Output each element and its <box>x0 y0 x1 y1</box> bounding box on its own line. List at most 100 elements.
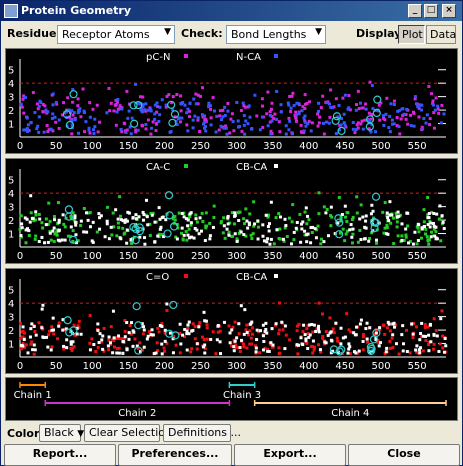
selected-residue-marker[interactable] <box>373 95 382 104</box>
data-point <box>322 132 326 136</box>
maximize-button[interactable]: □ <box>424 4 438 18</box>
protein-geometry-window: Protein Geometry _ □ × Residues: Recepto… <box>0 0 463 466</box>
data-point <box>198 216 202 220</box>
data-point <box>44 223 48 227</box>
data-point <box>221 115 225 119</box>
minimize-button[interactable]: _ <box>408 4 422 18</box>
data-point <box>344 232 348 236</box>
close-button[interactable]: Close <box>348 444 460 466</box>
data-point <box>231 120 235 124</box>
data-point <box>81 87 85 91</box>
data-point <box>41 226 45 230</box>
data-point <box>31 217 35 221</box>
data-point <box>437 111 441 115</box>
preferences-button[interactable]: Preferences... <box>118 444 232 466</box>
chain-panel[interactable]: Chain 1 Chain 2 Chain 3 Chain 4 <box>5 377 458 421</box>
data-point <box>272 242 276 246</box>
data-point <box>361 339 365 343</box>
data-point <box>230 328 234 332</box>
data-point <box>57 324 61 328</box>
data-point <box>362 237 366 241</box>
data-point <box>391 216 395 220</box>
selected-residue-marker[interactable] <box>69 90 78 99</box>
residues-select[interactable]: Receptor Atoms ▼ <box>57 25 175 44</box>
data-point <box>91 220 95 224</box>
data-point <box>232 345 236 349</box>
data-point <box>242 345 246 349</box>
data-point <box>63 238 67 242</box>
data-point <box>329 205 333 209</box>
selected-residue-marker[interactable] <box>168 118 177 127</box>
data-point <box>133 337 137 341</box>
definitions-button[interactable]: Definitions ... <box>163 424 241 442</box>
legend-swatch <box>184 274 188 278</box>
selected-residue-marker[interactable] <box>163 229 172 238</box>
data-point <box>311 339 315 343</box>
x-tick-label: 450 <box>335 361 354 372</box>
selected-residue-marker[interactable] <box>132 302 141 311</box>
selected-residue-marker[interactable] <box>134 321 143 330</box>
report-button[interactable]: Report... <box>4 444 116 466</box>
plot-panel-3[interactable]: 1 2 3 4 5 0 50 100 150 200 250 300 350 400 450 500 550 C=… <box>5 268 458 374</box>
display-plot-toggle[interactable]: Plot <box>398 25 425 44</box>
data-point <box>329 224 333 228</box>
data-point <box>191 322 195 326</box>
close-window-button[interactable]: × <box>442 4 456 18</box>
data-point <box>19 233 23 237</box>
selected-residue-marker[interactable] <box>331 116 340 125</box>
check-select[interactable]: Bond Lengths ▼ <box>226 25 326 44</box>
legend-label: pC-N <box>146 52 170 63</box>
y-tick-label: 4 <box>8 79 14 90</box>
selected-residue-marker[interactable] <box>64 205 74 214</box>
data-point <box>47 201 51 205</box>
color-select[interactable]: Black ▼ <box>39 424 84 442</box>
selected-residue-marker[interactable] <box>129 101 138 110</box>
export-button[interactable]: Export... <box>234 444 346 466</box>
plot-panel-1[interactable]: 1 2 3 4 5 0 50 100 150 200 250 300 350 400 450 500 550 pC… <box>5 48 458 154</box>
data-point <box>25 217 29 221</box>
x-tick-label: 150 <box>119 361 138 372</box>
selected-residue-marker[interactable] <box>169 300 178 310</box>
data-point <box>334 97 338 101</box>
data-point <box>141 218 145 222</box>
data-point <box>388 339 392 343</box>
data-point <box>186 218 190 222</box>
data-point <box>356 89 360 93</box>
data-point <box>399 117 403 121</box>
plot-panel-2[interactable]: 1 2 3 4 5 0 50 100 150 200 250 300 350 400 450 500 550 CA… <box>5 158 458 264</box>
data-point <box>31 348 35 352</box>
selected-residue-marker[interactable] <box>130 119 139 128</box>
data-point <box>220 118 224 122</box>
data-point <box>20 343 24 347</box>
title-bar[interactable]: Protein Geometry _ □ × <box>1 1 462 21</box>
data-point <box>295 220 299 224</box>
x-tick-label: 400 <box>299 141 318 152</box>
clear-selection-button[interactable]: Clear Selection <box>84 424 172 442</box>
data-point <box>400 222 404 226</box>
selected-residue-marker[interactable] <box>164 191 174 200</box>
data-point <box>84 120 88 124</box>
data-point <box>121 340 125 344</box>
data-point <box>422 220 426 224</box>
display-data-toggle[interactable]: Data <box>426 25 456 44</box>
data-point <box>371 209 375 213</box>
data-point <box>358 101 362 105</box>
data-point <box>55 233 59 237</box>
data-point <box>312 348 316 352</box>
data-point <box>419 236 423 240</box>
data-point <box>411 336 415 340</box>
data-point <box>114 123 118 127</box>
data-point <box>65 338 69 342</box>
selected-residue-marker[interactable] <box>371 192 381 201</box>
data-point <box>417 115 421 119</box>
data-point <box>199 94 203 98</box>
data-point <box>442 350 446 354</box>
data-point <box>427 242 431 246</box>
data-point <box>354 333 358 337</box>
selected-residue-marker[interactable] <box>63 316 72 325</box>
data-point <box>351 227 355 231</box>
data-point <box>109 225 113 229</box>
data-point <box>44 217 48 221</box>
y-tick-label: 3 <box>8 93 14 104</box>
data-point <box>29 327 33 331</box>
